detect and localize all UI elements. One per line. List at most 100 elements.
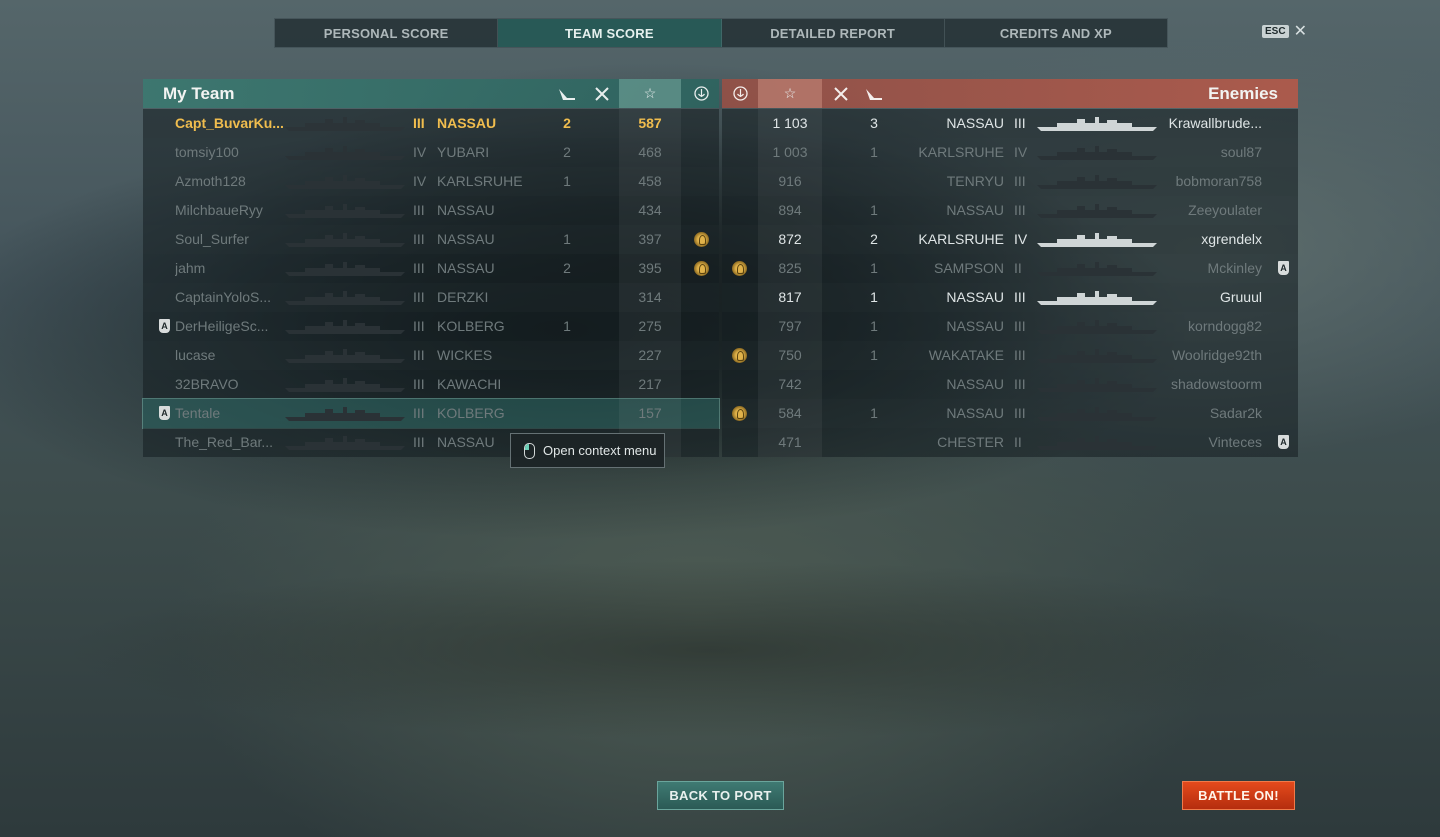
enemy-row[interactable]: 1 003 1 KARLSRUHE IV soul87 — [722, 138, 1298, 167]
kills-value: 1 — [870, 347, 878, 363]
medal-icon[interactable] — [689, 79, 713, 108]
enemies-header: ☆ Enemies — [722, 79, 1298, 108]
my-team-row[interactable]: A Tentale III KOLBERG 157 — [142, 398, 720, 429]
medal-icon — [694, 261, 709, 276]
tab-team-score[interactable]: TEAM SCORE — [498, 19, 722, 47]
ship-tier: III — [413, 260, 425, 276]
kills-value: 1 — [870, 202, 878, 218]
ship-silhouette-icon — [1037, 436, 1157, 450]
ship-name: TENRYU — [946, 173, 1004, 189]
esc-close-button[interactable]: ESC ✕ — [1262, 22, 1307, 40]
player-name: 32BRAVO — [175, 376, 239, 392]
back-to-port-button[interactable]: BACK TO PORT — [657, 781, 784, 810]
ship-silhouette-icon — [1037, 233, 1157, 247]
score-value: 227 — [619, 341, 681, 370]
player-name: Krawallbrude... — [1168, 115, 1262, 131]
player-name: tomsiy100 — [175, 144, 239, 160]
anchor-badge-icon: A — [159, 319, 170, 333]
ship-tier: III — [1014, 115, 1026, 131]
medal-icon — [732, 348, 747, 363]
my-team-row[interactable]: A DerHeiligeSc... III KOLBERG 1 275 — [143, 312, 719, 341]
score-value: 468 — [619, 138, 681, 167]
medal-icon — [732, 406, 747, 421]
ship-name: WAKATAKE — [928, 347, 1004, 363]
my-team-row[interactable]: MilchbaueRyy III NASSAU 434 — [143, 196, 719, 225]
kills-value — [555, 399, 579, 428]
enemy-row[interactable]: 742 NASSAU III shadowstoorm — [722, 370, 1298, 399]
ship-sunk-icon[interactable] — [555, 79, 579, 108]
ship-tier: III — [413, 231, 425, 247]
enemy-row[interactable]: 584 1 NASSAU III Sadar2k — [722, 399, 1298, 428]
my-team-row[interactable]: tomsiy100 IV YUBARI 2 468 — [143, 138, 719, 167]
ship-silhouette-icon — [285, 349, 405, 363]
plane-kill-icon[interactable] — [829, 79, 853, 108]
tab-personal-score[interactable]: PERSONAL SCORE — [275, 19, 499, 47]
enemy-row[interactable]: 1 103 3 NASSAU III Krawallbrude... — [722, 109, 1298, 138]
my-team-row[interactable]: Azmoth128 IV KARLSRUHE 1 458 — [143, 167, 719, 196]
score-value: 314 — [619, 283, 681, 312]
enemy-row[interactable]: 916 TENRYU III bobmoran758 — [722, 167, 1298, 196]
enemy-row[interactable]: 797 1 NASSAU III korndogg82 — [722, 312, 1298, 341]
close-icon: ✕ — [1293, 22, 1307, 40]
my-team-row[interactable]: Soul_Surfer III NASSAU 1 397 — [143, 225, 719, 254]
kills-value: 1 — [563, 318, 571, 334]
my-team-row[interactable]: lucase III WICKES 227 — [143, 341, 719, 370]
tab-credits-xp[interactable]: CREDITS AND XP — [945, 19, 1167, 47]
score-value: 395 — [619, 254, 681, 283]
medal-icon — [694, 232, 709, 247]
ship-tier: III — [1014, 405, 1026, 421]
my-team-row[interactable]: Capt_BuvarKu... III NASSAU 2 587 — [143, 109, 719, 138]
score-value: 797 — [758, 312, 822, 341]
player-name: shadowstoorm — [1170, 376, 1262, 392]
ship-silhouette-icon — [1037, 262, 1157, 276]
star-icon[interactable]: ☆ — [758, 79, 822, 108]
ship-tier: III — [1014, 318, 1026, 334]
enemy-row[interactable]: 872 2 KARLSRUHE IV xgrendelx — [722, 225, 1298, 254]
context-menu-hint[interactable]: Open context menu — [510, 433, 665, 468]
score-value: 434 — [619, 196, 681, 225]
my-team-row[interactable]: CaptainYoloS... III DERZKI 314 — [143, 283, 719, 312]
ship-tier: III — [413, 405, 425, 421]
mouse-icon — [524, 442, 535, 459]
player-name: Tentale — [175, 405, 221, 421]
background-ship — [60, 560, 1360, 740]
kills-value — [862, 370, 886, 399]
player-name: Vinteces — [1208, 434, 1262, 450]
kills-value: 1 — [870, 405, 878, 421]
kills-value — [862, 167, 886, 196]
ship-tier: III — [1014, 289, 1026, 305]
enemy-row[interactable]: 471 CHESTER II Vinteces A — [722, 428, 1298, 457]
ship-sunk-icon[interactable] — [862, 79, 886, 108]
ship-tier: III — [1014, 376, 1026, 392]
plane-kill-icon[interactable] — [590, 79, 614, 108]
ship-name: NASSAU — [437, 260, 495, 276]
star-icon[interactable]: ☆ — [619, 79, 681, 108]
ship-tier: III — [413, 434, 425, 450]
player-name: xgrendelx — [1201, 231, 1262, 247]
enemy-row[interactable]: 817 1 NASSAU III Gruuul — [722, 283, 1298, 312]
my-team-row[interactable]: jahm III NASSAU 2 395 — [143, 254, 719, 283]
kills-value: 2 — [563, 115, 571, 131]
my-team-row[interactable]: 32BRAVO III KAWACHI 217 — [143, 370, 719, 399]
player-name: Zeeyoulater — [1188, 202, 1262, 218]
score-value: 1 003 — [758, 138, 822, 167]
ship-name: NASSAU — [437, 115, 497, 131]
score-value: 817 — [758, 283, 822, 312]
ship-tier: III — [413, 318, 425, 334]
enemy-row[interactable]: 894 1 NASSAU III Zeeyoulater — [722, 196, 1298, 225]
enemy-row[interactable]: 750 1 WAKATAKE III Woolridge92th — [722, 341, 1298, 370]
score-value: 742 — [758, 370, 822, 399]
ship-silhouette-icon — [285, 117, 405, 131]
battle-on-button[interactable]: BATTLE ON! — [1182, 781, 1295, 810]
ship-silhouette-icon — [285, 291, 405, 305]
ship-name: NASSAU — [946, 115, 1004, 131]
ship-silhouette-icon — [285, 320, 405, 334]
my-team-table: Capt_BuvarKu... III NASSAU 2 587 tomsiy100 IV Y… — [142, 109, 720, 457]
tab-detailed-report[interactable]: DETAILED REPORT — [722, 19, 945, 47]
enemy-row[interactable]: 825 1 SAMPSON II Mckinley A — [722, 254, 1298, 283]
player-name: soul87 — [1220, 144, 1262, 160]
kills-value — [555, 283, 579, 312]
medal-icon[interactable] — [728, 79, 752, 108]
ship-silhouette-icon — [1037, 175, 1157, 189]
context-menu-label: Open context menu — [543, 443, 657, 458]
